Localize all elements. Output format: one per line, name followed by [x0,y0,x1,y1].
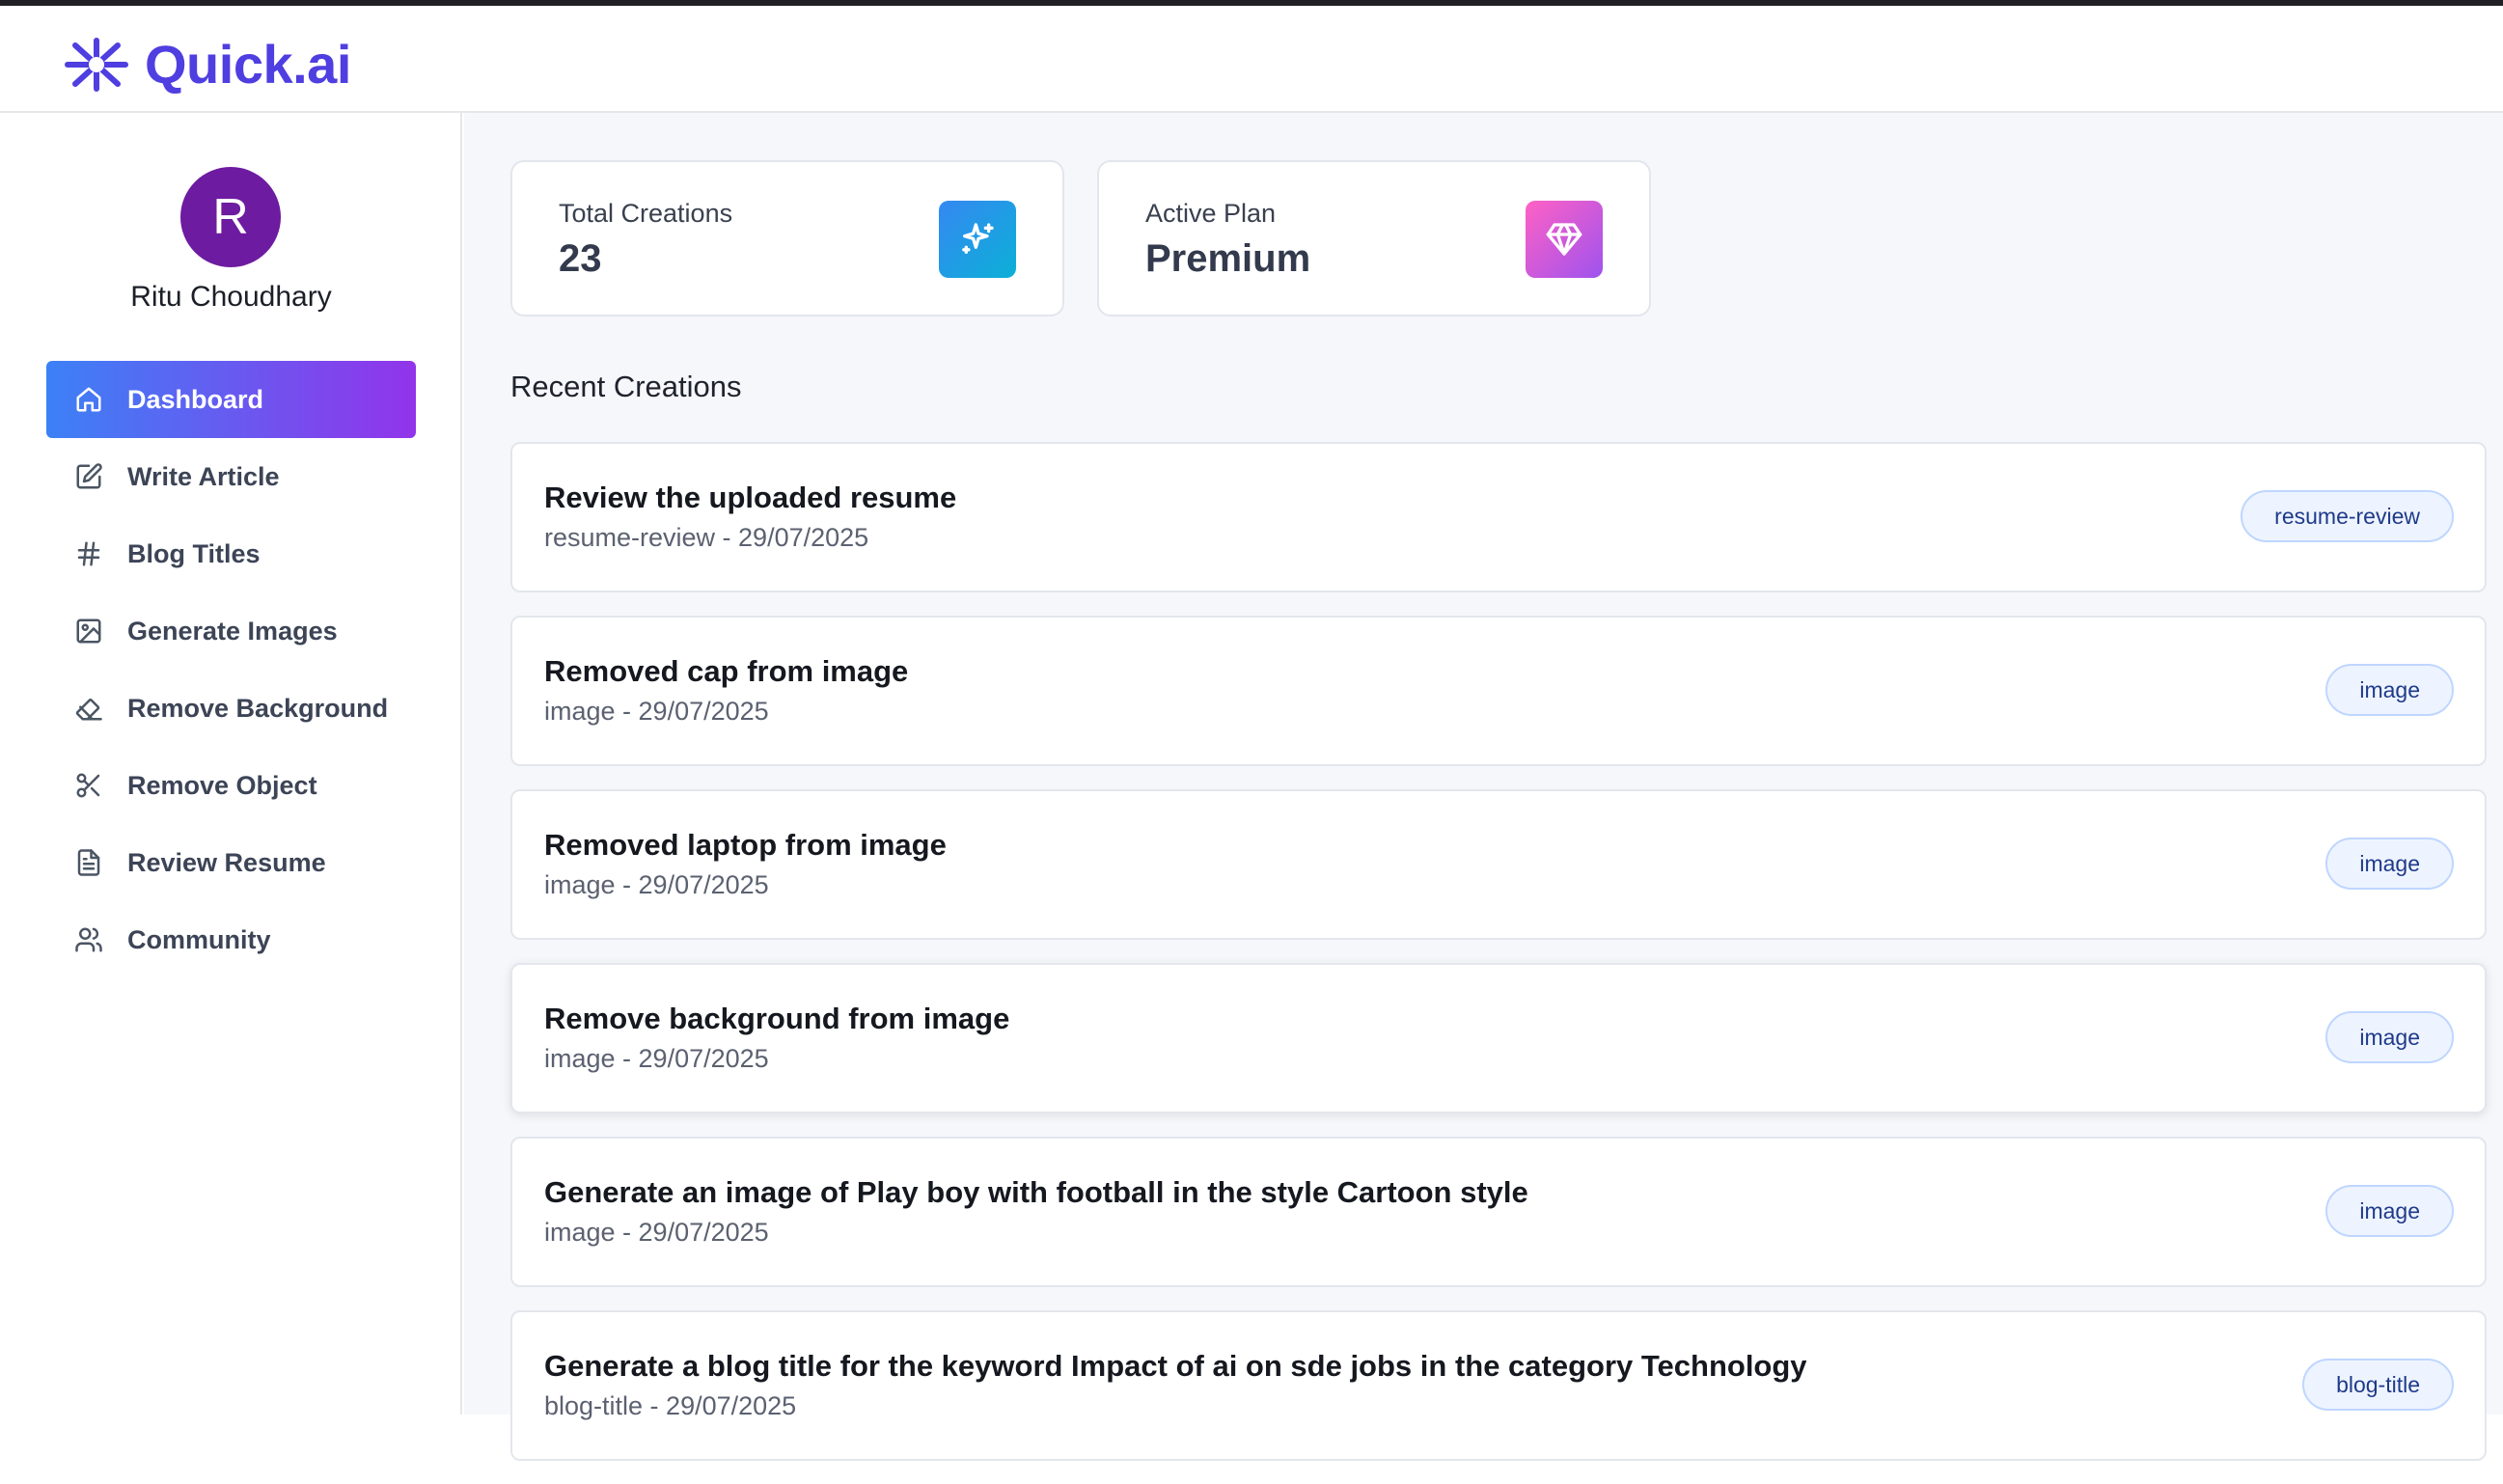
sidebar-item-label: Remove Background [127,693,389,723]
list-item[interactable]: Generate a blog title for the keyword Im… [510,1310,2487,1461]
scissors-icon [73,770,104,801]
active-plan-card: Active Plan Premium [1097,160,1651,316]
sidebar-item-label: Write Article [127,461,280,491]
list-item[interactable]: Removed laptop from image image - 29/07/… [510,789,2487,940]
sidebar-nav: Dashboard Write Article Blog Titles Gene… [46,361,416,978]
sidebar-item-write-article[interactable]: Write Article [46,438,416,515]
image-icon [73,616,104,646]
sidebar-item-label: Generate Images [127,616,338,646]
sidebar-item-remove-background[interactable]: Remove Background [46,670,416,747]
recent-creations-list: Review the uploaded resume resume-review… [510,442,2487,1484]
sidebar-item-label: Remove Object [127,770,317,800]
item-meta: image - 29/07/2025 [544,1044,769,1073]
stat-label: Total Creations [559,199,733,228]
stat-label: Active Plan [1145,199,1277,228]
sidebar-item-label: Dashboard [127,384,264,414]
item-title: Generate a blog title for the keyword Im… [544,1349,1807,1383]
sidebar-item-remove-object[interactable]: Remove Object [46,747,416,824]
type-badge: image [2325,664,2454,716]
main-content: Total Creations 23 Active Plan Premium R… [464,113,2503,1461]
users-icon [73,924,104,955]
type-badge: image [2325,1011,2454,1063]
avatar[interactable]: R [180,167,281,267]
item-title: Remove background from image [544,1002,1010,1035]
sidebar-item-dashboard[interactable]: Dashboard [46,361,416,438]
house-icon [73,384,104,415]
item-meta: image - 29/07/2025 [544,697,769,726]
hash-icon [73,538,104,569]
sidebar: R Ritu Choudhary Dashboard Write Article… [0,113,462,1415]
sidebar-item-blog-titles[interactable]: Blog Titles [46,515,416,592]
stat-value: Premium [1145,237,1311,280]
item-title: Removed laptop from image [544,828,947,862]
logo-star-icon [65,37,128,92]
user-name: Ritu Choudhary [130,281,332,313]
type-badge: resume-review [2241,490,2454,542]
sidebar-item-label: Review Resume [127,847,326,877]
item-title: Removed cap from image [544,654,909,688]
item-meta: blog-title - 29/07/2025 [544,1391,797,1420]
item-title: Review the uploaded resume [544,481,957,514]
list-item[interactable]: Removed cap from image image - 29/07/202… [510,616,2487,766]
list-item[interactable]: Generate an image of Play boy with footb… [510,1137,2487,1287]
recent-creations-title: Recent Creations [510,370,742,403]
sidebar-item-label: Blog Titles [127,538,261,568]
sidebar-item-community[interactable]: Community [46,901,416,978]
list-item[interactable]: Review the uploaded resume resume-review… [510,442,2487,592]
item-meta: image - 29/07/2025 [544,1218,769,1247]
file-text-icon [73,847,104,878]
type-badge: blog-title [2302,1359,2454,1411]
item-meta: image - 29/07/2025 [544,870,769,899]
app-name: Quick.ai [145,34,351,95]
top-header: Quick.ai [0,6,2503,113]
type-badge: image [2325,838,2454,890]
eraser-icon [73,693,104,724]
total-creations-card: Total Creations 23 [510,160,1064,316]
list-item[interactable]: Remove background from image image - 29/… [510,963,2487,1113]
gem-icon [1526,201,1603,278]
sidebar-item-generate-images[interactable]: Generate Images [46,592,416,670]
app-logo[interactable]: Quick.ai [60,33,351,96]
item-meta: resume-review - 29/07/2025 [544,523,869,552]
sparkles-icon [939,201,1016,278]
square-pen-icon [73,461,104,492]
sidebar-item-label: Community [127,924,271,954]
type-badge: image [2325,1185,2454,1237]
stat-value: 23 [559,237,602,280]
item-title: Generate an image of Play boy with footb… [544,1175,1528,1209]
sidebar-item-review-resume[interactable]: Review Resume [46,824,416,901]
